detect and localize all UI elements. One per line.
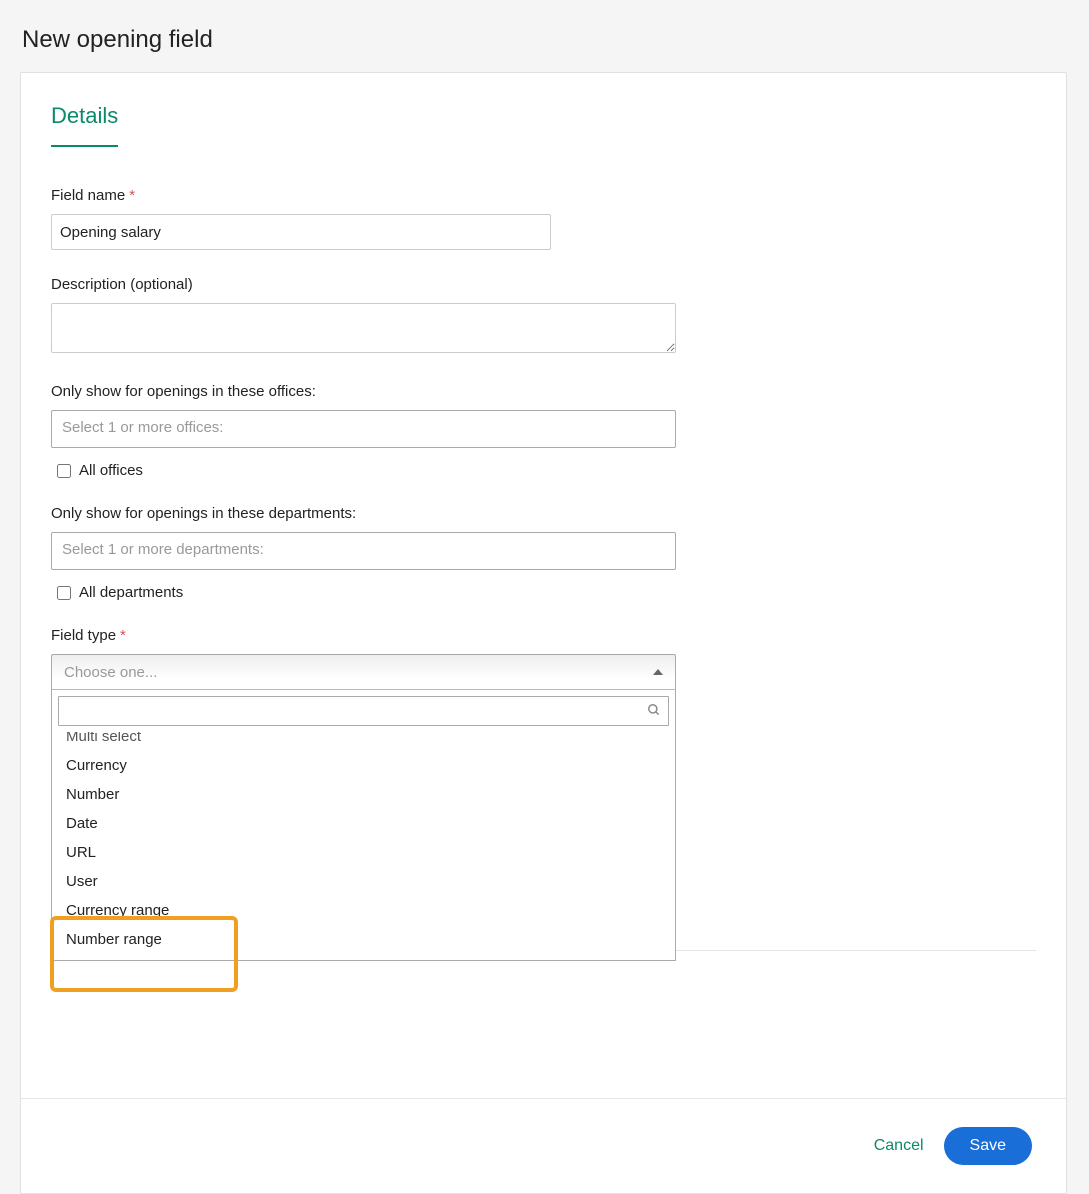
field-type-select-container: Choose one... Multi sel <box>51 654 676 690</box>
all-departments-label[interactable]: All departments <box>79 584 183 601</box>
panel-body: Details Field name* Description (optiona… <box>21 73 1066 1098</box>
dropdown-option[interactable]: URL <box>52 838 675 867</box>
all-offices-label[interactable]: All offices <box>79 462 143 479</box>
dropdown-option[interactable]: Multi select <box>52 732 675 751</box>
required-indicator: * <box>129 187 135 204</box>
dropdown-option-number-range[interactable]: Number range <box>52 925 675 954</box>
dropdown-search-input[interactable] <box>58 696 669 726</box>
required-indicator: * <box>120 627 126 644</box>
field-name-label: Field name* <box>51 187 1036 204</box>
field-name-label-text: Field name <box>51 187 125 204</box>
dropdown-option[interactable]: Number <box>52 780 675 809</box>
all-departments-row: All departments <box>51 584 1036 601</box>
panel-footer: Cancel Save <box>21 1098 1066 1193</box>
field-type-select[interactable]: Choose one... <box>51 654 676 690</box>
cancel-button[interactable]: Cancel <box>874 1137 924 1155</box>
departments-multiselect[interactable]: Select 1 or more departments: <box>51 532 676 570</box>
field-type-group: Field type* Choose one... <box>51 627 1036 690</box>
all-departments-checkbox[interactable] <box>57 586 71 600</box>
tab-details[interactable]: Details <box>51 103 118 147</box>
description-group: Description (optional) <box>51 276 1036 357</box>
field-type-label: Field type* <box>51 627 1036 644</box>
dropdown-option[interactable]: User <box>52 867 675 896</box>
dropdown-option-currency-range[interactable]: Currency range <box>52 896 675 925</box>
all-offices-checkbox[interactable] <box>57 464 71 478</box>
dropdown-option[interactable]: Currency <box>52 751 675 780</box>
field-name-group: Field name* <box>51 187 1036 250</box>
departments-label: Only show for openings in these departme… <box>51 505 1036 522</box>
description-textarea[interactable] <box>51 303 676 353</box>
description-label: Description (optional) <box>51 276 1036 293</box>
dropdown-search-wrap <box>52 690 675 732</box>
field-type-dropdown: Multi select Currency Number Date URL Us… <box>51 690 676 961</box>
departments-group: Only show for openings in these departme… <box>51 505 1036 601</box>
form-panel: Details Field name* Description (optiona… <box>20 72 1067 1194</box>
field-type-placeholder: Choose one... <box>64 664 157 681</box>
save-button[interactable]: Save <box>944 1127 1032 1165</box>
caret-up-icon <box>653 669 663 675</box>
dropdown-option[interactable]: Date <box>52 809 675 838</box>
field-type-label-text: Field type <box>51 627 116 644</box>
field-name-input[interactable] <box>51 214 551 250</box>
dropdown-list[interactable]: Multi select Currency Number Date URL Us… <box>52 732 675 960</box>
offices-group: Only show for openings in these offices:… <box>51 383 1036 479</box>
page-title: New opening field <box>0 0 1089 72</box>
divider <box>51 950 1036 1098</box>
all-offices-row: All offices <box>51 462 1036 479</box>
offices-multiselect[interactable]: Select 1 or more offices: <box>51 410 676 448</box>
offices-label: Only show for openings in these offices: <box>51 383 1036 400</box>
